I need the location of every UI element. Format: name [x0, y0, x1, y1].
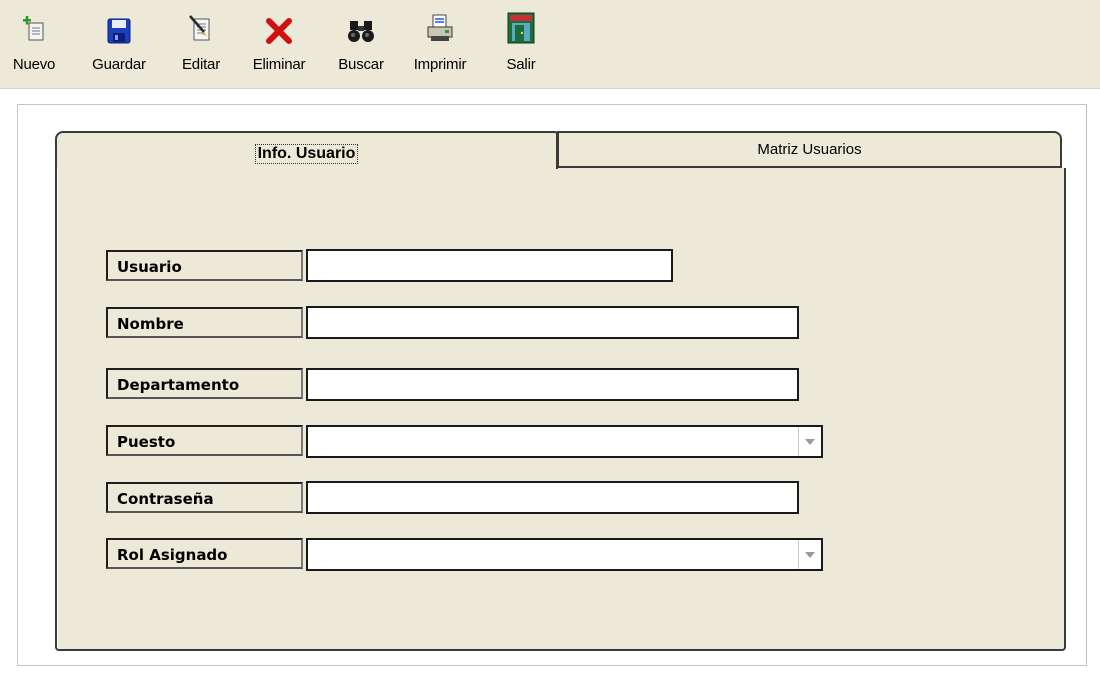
- chevron-down-icon[interactable]: [798, 427, 821, 456]
- contrasena-input[interactable]: [306, 481, 799, 514]
- exit-button[interactable]: Salir: [496, 6, 546, 80]
- print-button[interactable]: Imprimir: [402, 6, 478, 80]
- save-disk-icon: [102, 6, 136, 44]
- usuario-input[interactable]: [306, 249, 673, 282]
- tab-panel-info-usuario: [55, 168, 1066, 651]
- save-button[interactable]: Guardar: [80, 6, 158, 80]
- edit-button[interactable]: Editar: [170, 6, 232, 80]
- delete-x-icon: [262, 6, 296, 44]
- tab-matriz-usuarios[interactable]: Matriz Usuarios: [557, 131, 1062, 168]
- chevron-down-icon[interactable]: [798, 540, 821, 569]
- printer-icon: [423, 6, 457, 44]
- new-document-icon: [17, 6, 51, 44]
- departamento-input[interactable]: [306, 368, 799, 401]
- tab-matriz-usuarios-label: Matriz Usuarios: [757, 141, 862, 158]
- search-button-label: Buscar: [338, 56, 384, 73]
- exit-door-icon: [504, 6, 538, 44]
- delete-button-label: Eliminar: [252, 56, 306, 73]
- puesto-select[interactable]: [306, 425, 823, 458]
- nombre-input[interactable]: [306, 306, 799, 339]
- rol-asignado-label: Rol Asignado: [106, 538, 303, 569]
- rol-asignado-select[interactable]: [306, 538, 823, 571]
- edit-button-label: Editar: [182, 56, 220, 73]
- departamento-label: Departamento: [106, 368, 303, 399]
- new-button[interactable]: Nuevo: [4, 6, 64, 80]
- binoculars-icon: [344, 6, 378, 44]
- new-button-label: Nuevo: [12, 56, 56, 73]
- exit-button-label: Salir: [506, 56, 536, 73]
- contrasena-label: Contraseña: [106, 482, 303, 513]
- edit-document-icon: [184, 6, 218, 44]
- delete-button[interactable]: Eliminar: [242, 6, 316, 80]
- toolbar: Nuevo Guardar Editar Eliminar Buscar Imp…: [0, 0, 1100, 89]
- save-button-label: Guardar: [92, 56, 146, 73]
- usuario-label: Usuario: [106, 250, 303, 281]
- tab-info-usuario-label: Info. Usuario: [254, 144, 359, 164]
- puesto-label: Puesto: [106, 425, 303, 456]
- print-button-label: Imprimir: [413, 56, 467, 73]
- search-button[interactable]: Buscar: [327, 6, 395, 80]
- nombre-label: Nombre: [106, 307, 303, 338]
- tab-info-usuario[interactable]: Info. Usuario: [55, 131, 558, 169]
